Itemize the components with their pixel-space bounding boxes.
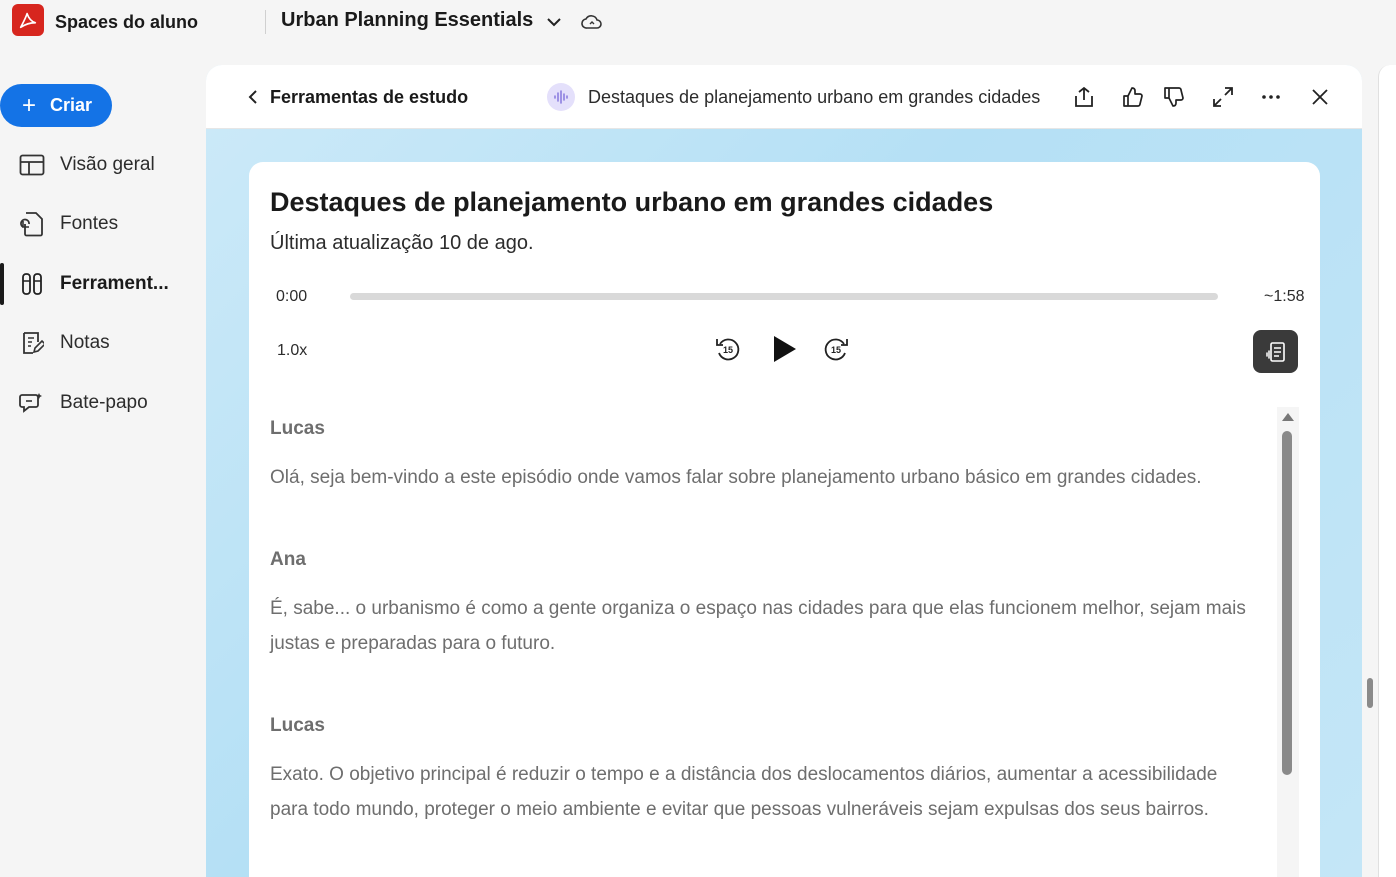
card-title: Destaques de planejamento urbano em gran… bbox=[270, 187, 994, 217]
transcript: Lucas Olá, seja bem-vindo a este episódi… bbox=[270, 412, 1260, 875]
utterance-text: Olá, seja bem-vindo a este episódio onde… bbox=[270, 467, 1202, 488]
sidebar-item-label: Notas bbox=[60, 332, 110, 353]
sidebar-item-label: Fontes bbox=[60, 213, 119, 234]
back-link[interactable]: Ferramentas de estudo bbox=[270, 87, 468, 108]
close-icon[interactable] bbox=[1306, 83, 1334, 111]
forward-label: 15 bbox=[831, 345, 841, 355]
last-updated: Última atualização 10 de ago. bbox=[270, 232, 534, 254]
transcript-toggle-button[interactable] bbox=[1253, 330, 1298, 373]
chevron-left-icon[interactable] bbox=[244, 87, 262, 107]
notes-icon bbox=[18, 329, 46, 357]
current-time: 0:00 bbox=[276, 288, 308, 305]
sidebar-item-overview[interactable]: Visão geral bbox=[0, 140, 200, 190]
sources-icon bbox=[18, 210, 46, 238]
utterance-text: Exato. O objetivo principal é reduzir o … bbox=[270, 764, 1218, 820]
cloud-sync-icon[interactable] bbox=[578, 8, 606, 36]
plus-icon: + bbox=[22, 91, 37, 119]
share-icon[interactable] bbox=[1070, 83, 1098, 111]
overview-icon bbox=[18, 151, 46, 179]
panel-header: Ferramentas de estudo Destaques de plane… bbox=[206, 65, 1362, 129]
adjacent-panel-edge bbox=[1378, 65, 1396, 877]
project-title: Urban Planning Essentials bbox=[281, 9, 534, 31]
speaker-name: Lucas bbox=[270, 418, 325, 439]
total-time: ~1:58 bbox=[1264, 288, 1305, 305]
transcript-scrollbar[interactable] bbox=[1277, 407, 1299, 877]
sidebar-item-sources[interactable]: Fontes bbox=[0, 199, 200, 249]
create-button[interactable]: + Criar bbox=[0, 84, 112, 127]
sidebar-item-label: Ferrament... bbox=[60, 273, 169, 294]
chat-icon bbox=[18, 389, 46, 417]
speaker-name: Lucas bbox=[270, 715, 325, 736]
expand-icon[interactable] bbox=[1209, 83, 1237, 111]
audio-overview-card: Destaques de planejamento urbano em gran… bbox=[249, 162, 1320, 877]
rewind-label: 15 bbox=[723, 345, 733, 355]
page-scrollbar-thumb[interactable] bbox=[1367, 678, 1373, 708]
play-icon[interactable] bbox=[767, 332, 801, 366]
forward-15-icon[interactable]: 15 bbox=[819, 332, 853, 366]
sidebar-item-tools[interactable]: Ferrament... bbox=[0, 259, 200, 309]
transcript-icon bbox=[1265, 341, 1285, 362]
header-title: Destaques de planejamento urbano em gran… bbox=[588, 87, 1041, 107]
progress-slider[interactable] bbox=[350, 293, 1218, 300]
rewind-15-icon[interactable]: 15 bbox=[711, 332, 745, 366]
chevron-down-icon[interactable] bbox=[542, 10, 566, 34]
tools-icon bbox=[18, 270, 46, 298]
thumbs-up-icon[interactable] bbox=[1119, 83, 1147, 111]
divider bbox=[265, 10, 266, 34]
sidebar-item-label: Visão geral bbox=[60, 154, 155, 175]
audio-wave-icon bbox=[547, 83, 575, 111]
sidebar-item-chat[interactable]: Bate-papo bbox=[0, 378, 200, 428]
scrollbar-thumb[interactable] bbox=[1282, 431, 1292, 775]
app-name: Spaces do aluno bbox=[55, 12, 199, 32]
top-bar: Spaces do aluno Urban Planning Essential… bbox=[0, 0, 1396, 44]
speaker-name: Ana bbox=[270, 549, 306, 570]
acrobat-logo-icon bbox=[12, 4, 44, 36]
study-tool-panel: Ferramentas de estudo Destaques de plane… bbox=[206, 65, 1362, 877]
more-options-icon[interactable] bbox=[1257, 83, 1285, 111]
sidebar-item-label: Bate-papo bbox=[60, 392, 148, 413]
utterance-text: É, sabe... o urbanismo é como a gente or… bbox=[270, 598, 1246, 654]
playback-speed-button[interactable]: 1.0x bbox=[277, 342, 307, 360]
scroll-up-arrow-icon[interactable] bbox=[1282, 413, 1294, 421]
thumbs-down-icon[interactable] bbox=[1160, 83, 1188, 111]
create-label: Criar bbox=[50, 95, 93, 115]
sidebar-item-notes[interactable]: Notas bbox=[0, 318, 200, 368]
